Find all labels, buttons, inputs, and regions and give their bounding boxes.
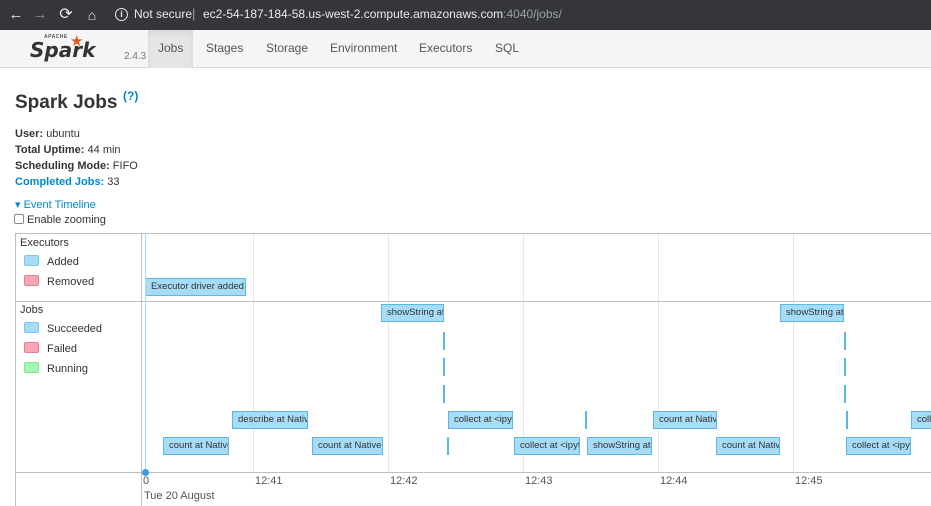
job-item[interactable]: count at Nativ bbox=[653, 411, 717, 429]
completed-jobs-value: 33 bbox=[107, 176, 120, 188]
legend-swatch bbox=[24, 255, 39, 266]
tab-executors[interactable]: Executors bbox=[409, 30, 482, 68]
job-item[interactable]: showString at bbox=[381, 304, 444, 322]
legend-label: Added bbox=[47, 256, 79, 268]
grid-line bbox=[793, 234, 794, 472]
spark-star-icon: ★ bbox=[70, 33, 84, 50]
legend-succeeded: Succeeded bbox=[24, 322, 102, 335]
executors-group-title: Executors bbox=[20, 237, 69, 249]
legend-added: Added bbox=[24, 255, 79, 268]
url-path: :4040/jobs/ bbox=[503, 7, 562, 21]
time-label: 12:45 bbox=[795, 475, 823, 487]
forward-arrow-icon[interactable]: → bbox=[30, 5, 50, 25]
url-separator: | bbox=[192, 6, 196, 21]
job-item[interactable]: describe at Nativ bbox=[232, 411, 308, 429]
user-label: User: bbox=[15, 128, 44, 140]
event-timeline[interactable]: Executors Added Removed Executor driver … bbox=[15, 233, 931, 506]
time-label: 12:44 bbox=[660, 475, 688, 487]
legend-swatch bbox=[24, 342, 39, 353]
tab-storage[interactable]: Storage bbox=[256, 30, 318, 68]
spark-logo[interactable]: APACHE Spark ★ 2.4.3 bbox=[30, 32, 146, 66]
legend-swatch bbox=[24, 275, 39, 286]
tab-sql[interactable]: SQL bbox=[485, 30, 529, 68]
executor-added-event[interactable]: Executor driver added bbox=[145, 278, 246, 296]
tab-jobs[interactable]: Jobs bbox=[148, 30, 194, 68]
job-item[interactable]: showString at bbox=[587, 437, 652, 455]
legend-swatch bbox=[24, 362, 39, 373]
browser-toolbar: ← → ⟳ ⌂ i Not secure | ec2-54-187-184-58… bbox=[0, 0, 931, 30]
address-bar[interactable]: ec2-54-187-184-58.us-west-2.compute.amaz… bbox=[203, 7, 562, 21]
home-icon[interactable]: ⌂ bbox=[82, 5, 102, 25]
enable-zooming-row: Enable zooming bbox=[14, 214, 106, 226]
job-tick[interactable] bbox=[447, 437, 449, 455]
back-arrow-icon[interactable]: ← bbox=[6, 5, 26, 25]
time-label: 12:42 bbox=[390, 475, 418, 487]
info-icon[interactable]: i bbox=[115, 8, 128, 21]
group-divider bbox=[16, 301, 931, 302]
legend-label: Removed bbox=[47, 276, 95, 288]
time-axis bbox=[16, 472, 931, 473]
grid-line bbox=[658, 234, 659, 472]
legend-running: Running bbox=[24, 362, 88, 375]
scheduling-mode-value: FIFO bbox=[112, 160, 138, 172]
reload-icon[interactable]: ⟳ bbox=[56, 5, 76, 25]
job-item[interactable]: count at Nativel bbox=[312, 437, 383, 455]
summary-completed-jobs: Completed Jobs: 33 bbox=[15, 176, 120, 188]
job-tick[interactable] bbox=[844, 385, 846, 403]
event-timeline-toggle[interactable]: ▾ Event Timeline bbox=[15, 198, 96, 211]
completed-jobs-link[interactable]: Completed Jobs: bbox=[15, 176, 104, 188]
job-tick[interactable] bbox=[846, 411, 848, 429]
tab-environment[interactable]: Environment bbox=[320, 30, 407, 68]
label-column-divider bbox=[141, 234, 142, 506]
tab-stages[interactable]: Stages bbox=[196, 30, 253, 68]
job-item[interactable]: count at Native bbox=[163, 437, 229, 455]
job-tick[interactable] bbox=[585, 411, 587, 429]
job-item[interactable]: collect at <ipyt bbox=[448, 411, 513, 429]
job-item[interactable]: count at Nativ bbox=[716, 437, 780, 455]
job-tick[interactable] bbox=[844, 358, 846, 376]
enable-zooming-label: Enable zooming bbox=[27, 214, 106, 226]
user-value: ubuntu bbox=[46, 128, 80, 140]
logo-spark-text: Spark bbox=[30, 38, 96, 62]
page-title: Spark Jobs bbox=[15, 92, 118, 113]
security-label[interactable]: Not secure bbox=[134, 7, 192, 21]
job-item[interactable]: showString at bbox=[780, 304, 844, 322]
job-item[interactable]: collect at <ipyt bbox=[514, 437, 580, 455]
job-item[interactable]: collect at <ipyt bbox=[846, 437, 911, 455]
legend-swatch bbox=[24, 322, 39, 333]
spark-navbar: APACHE Spark ★ 2.4.3 Jobs Stages Storage… bbox=[0, 30, 931, 68]
time-label: 12:41 bbox=[255, 475, 283, 487]
legend-failed: Failed bbox=[24, 342, 77, 355]
jobs-group-title: Jobs bbox=[20, 304, 44, 316]
grid-line bbox=[253, 234, 254, 472]
legend-label: Running bbox=[47, 363, 88, 375]
job-item[interactable]: coll bbox=[911, 411, 931, 429]
job-tick[interactable] bbox=[443, 385, 445, 403]
uptime-label: Total Uptime: bbox=[15, 144, 85, 156]
grid-line bbox=[388, 234, 389, 472]
summary-uptime: Total Uptime: 44 min bbox=[15, 144, 121, 156]
start-marker-line bbox=[145, 234, 146, 472]
uptime-value: 44 min bbox=[87, 144, 121, 156]
date-label: Tue 20 August bbox=[144, 490, 215, 502]
legend-removed: Removed bbox=[24, 275, 94, 288]
spark-version: 2.4.3 bbox=[124, 51, 147, 62]
legend-label: Failed bbox=[47, 343, 77, 355]
time-label: 12:43 bbox=[525, 475, 553, 487]
time-label: 0 bbox=[143, 475, 150, 487]
help-link[interactable]: (?) bbox=[123, 89, 138, 103]
summary-user: User: ubuntu bbox=[15, 128, 80, 140]
legend-label: Succeeded bbox=[47, 323, 103, 335]
job-tick[interactable] bbox=[443, 332, 445, 350]
url-host: ec2-54-187-184-58.us-west-2.compute.amaz… bbox=[203, 7, 504, 21]
job-tick[interactable] bbox=[443, 358, 445, 376]
scheduling-mode-label: Scheduling Mode: bbox=[15, 160, 110, 172]
summary-scheduling-mode: Scheduling Mode: FIFO bbox=[15, 160, 138, 172]
job-tick[interactable] bbox=[844, 332, 846, 350]
enable-zooming-checkbox[interactable] bbox=[14, 214, 24, 224]
